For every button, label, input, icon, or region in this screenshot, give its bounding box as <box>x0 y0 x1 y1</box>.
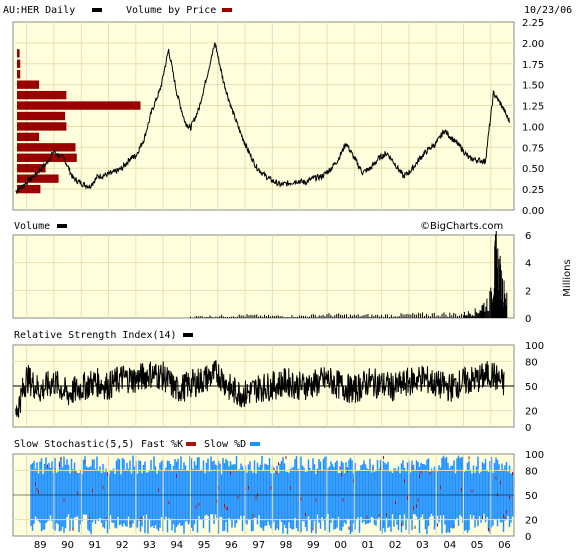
volume-by-price-bar <box>17 59 21 68</box>
rsi-title: Relative Strength Index(14) <box>14 330 177 341</box>
price-header-bar <box>0 0 579 20</box>
y-tick-label: 50 <box>525 491 538 502</box>
x-tick-label: 96 <box>225 540 238 551</box>
vbp-legend-swatch <box>222 8 232 12</box>
chart-root: AU:HER Daily Volume by Price 10/23/06 0.… <box>0 0 579 551</box>
stoch-slow-label: Slow %D <box>204 439 246 450</box>
volume-by-price-bar <box>17 174 59 183</box>
y-tick-label: 20 <box>525 407 538 418</box>
x-tick-label: 06 <box>498 540 511 551</box>
volume-unit-label: Millions <box>562 259 573 296</box>
y-tick-label: 1.25 <box>522 102 544 113</box>
x-tick-label: 04 <box>443 540 456 551</box>
stoch-fast-swatch <box>186 442 196 446</box>
x-tick-label: 00 <box>334 540 347 551</box>
stoch-y-axis: 0 20 50 80 100 <box>525 450 544 543</box>
y-tick-label: 0 <box>525 532 531 543</box>
x-tick-label: 95 <box>198 540 211 551</box>
x-tick-label: 01 <box>362 540 375 551</box>
volume-by-price-bar <box>17 132 40 142</box>
y-tick-label: 4 <box>525 259 531 270</box>
y-tick-label: 100 <box>525 341 544 352</box>
y-tick-label: 0.50 <box>522 164 544 175</box>
x-tick-label: 97 <box>252 540 265 551</box>
stoch-fast-label: Fast %K <box>141 439 183 450</box>
x-tick-label: 91 <box>89 540 102 551</box>
volume-by-price-bar <box>17 164 46 173</box>
watermark: ©BigCharts.com <box>420 221 503 232</box>
volume-y-axis: 0 2 4 6 <box>525 231 531 325</box>
y-tick-label: 2.00 <box>522 39 544 50</box>
volume-plot-area <box>12 234 515 319</box>
y-tick-label: 50 <box>525 382 538 393</box>
y-tick-label: 0.75 <box>522 143 544 154</box>
volume-panel: Volume ©BigCharts.com 0 2 4 6 Millions <box>0 217 579 325</box>
volume-by-price-bar <box>17 184 41 194</box>
y-tick-label: 2 <box>525 286 531 297</box>
rsi-legend-swatch <box>183 333 193 337</box>
volume-by-price-bar <box>17 101 141 110</box>
volume-by-price-bar <box>17 80 40 89</box>
volume-title: Volume <box>14 221 50 232</box>
stoch-panel: Slow Stochastic(5,5) Fast %K Slow %D 020… <box>0 434 579 551</box>
volume-by-price-bar <box>17 70 21 79</box>
y-tick-label: 20 <box>525 516 538 527</box>
rsi-y-axis: 0 20 50 80 100 <box>525 341 544 434</box>
y-tick-label: 0.00 <box>522 206 544 217</box>
y-tick-label: 80 <box>525 466 538 477</box>
volume-by-price-bar <box>17 111 66 121</box>
symbol-label: AU:HER Daily <box>3 5 75 16</box>
volume-by-price-bar <box>17 49 20 58</box>
y-tick-label: 1.75 <box>522 60 544 71</box>
y-tick-label: 100 <box>525 450 544 461</box>
x-tick-label: 98 <box>280 540 293 551</box>
x-tick-label: 89 <box>34 540 47 551</box>
y-tick-label: 0 <box>525 314 531 325</box>
x-tick-label: 99 <box>307 540 320 551</box>
x-tick-label: 94 <box>170 540 183 551</box>
x-tick-label: 02 <box>389 540 402 551</box>
price-plot-area <box>12 21 515 211</box>
price-panel: AU:HER Daily Volume by Price 10/23/06 0.… <box>0 0 579 217</box>
date-label: 10/23/06 <box>524 5 572 16</box>
rsi-panel: Relative Strength Index(14) 0 20 50 80 100 <box>0 325 579 434</box>
y-tick-label: 80 <box>525 357 538 368</box>
x-tick-label: 92 <box>116 540 129 551</box>
y-tick-label: 0 <box>525 423 531 434</box>
y-tick-label: 1.00 <box>522 122 544 133</box>
x-tick-label: 93 <box>143 540 156 551</box>
volume-legend-swatch <box>57 224 67 228</box>
symbol-legend-swatch <box>92 8 102 12</box>
y-tick-label: 6 <box>525 231 531 242</box>
vbp-label: Volume by Price <box>126 5 216 16</box>
x-tick-label: 05 <box>471 540 484 551</box>
x-tick-label: 90 <box>61 540 74 551</box>
volume-by-price-bar <box>17 122 67 131</box>
price-y-axis: 0.00 0.25 0.50 0.75 1.00 1.25 1.50 1.75 2.00 2.25 <box>522 18 544 217</box>
y-tick-label: 0.25 <box>522 185 544 196</box>
stoch-slow-swatch <box>250 442 260 446</box>
y-tick-label: 1.50 <box>522 81 544 92</box>
x-axis-labels: 89 90 91 92 93 94 95 96 97 98 99 00 01 02 03 04 05 06 <box>34 540 511 551</box>
volume-by-price-bar <box>17 143 76 152</box>
volume-by-price-bar <box>17 90 67 100</box>
y-tick-label: 2.25 <box>522 18 544 29</box>
stoch-title: Slow Stochastic(5,5) <box>14 439 134 450</box>
x-tick-label: 03 <box>416 540 429 551</box>
